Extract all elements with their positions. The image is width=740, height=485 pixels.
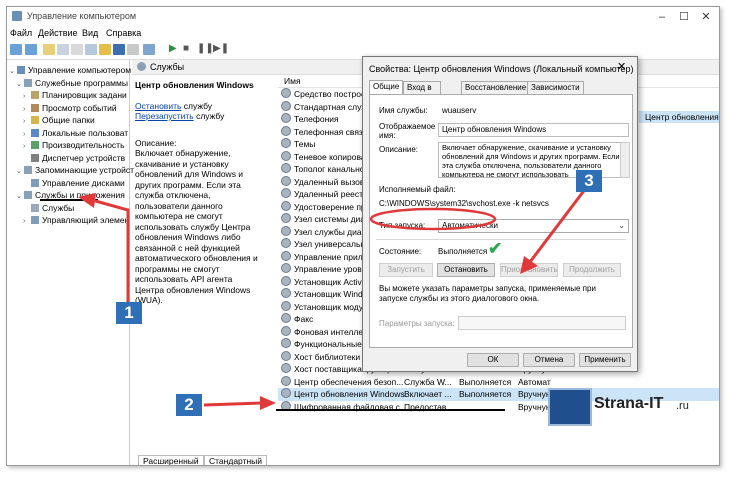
logo-suffix: .ru — [676, 400, 689, 412]
step-marker-1: 1 — [116, 302, 142, 324]
arrow-2-head — [260, 396, 276, 410]
arrow-3 — [528, 187, 588, 263]
site-logo: Strana-IT .ru — [548, 388, 718, 430]
monitor-icon — [548, 388, 592, 426]
logo-text: Strana-IT — [594, 395, 664, 412]
step-marker-3: 3 — [576, 170, 602, 192]
arrow-2 — [203, 401, 263, 407]
arrow-3-head — [520, 256, 538, 274]
step-marker-2: 2 — [176, 394, 202, 416]
startup-type-highlight — [369, 207, 497, 231]
arrow-1 — [91, 198, 130, 302]
